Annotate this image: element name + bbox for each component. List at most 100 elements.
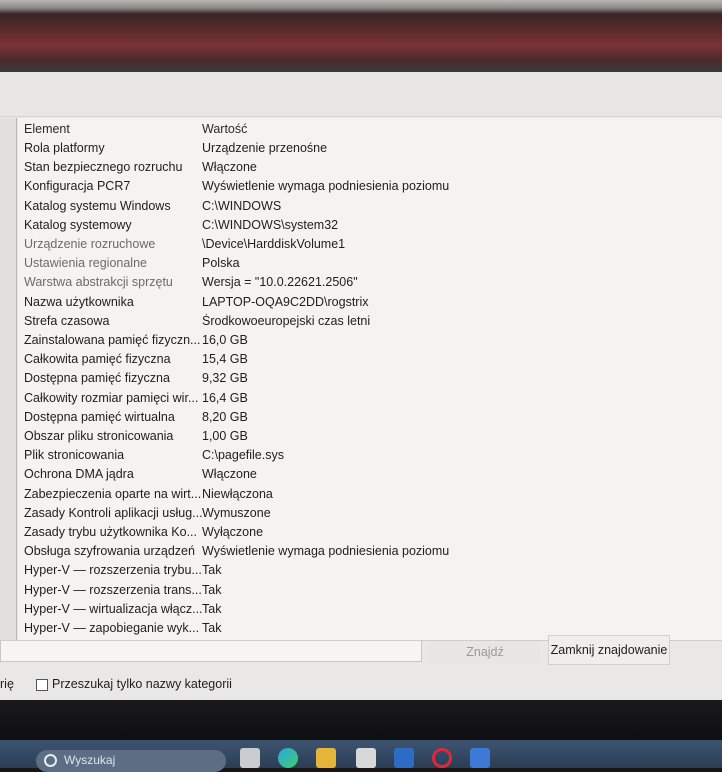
table-row[interactable]: Całkowita pamięć fizyczna 15,4 GB: [18, 350, 722, 369]
table-row[interactable]: Plik stronicowania C:\pagefile.sys: [18, 446, 722, 465]
table-row[interactable]: Rola platformy Urządzenie przenośne: [18, 139, 722, 158]
row-element-cell: Rola platformy: [24, 141, 105, 155]
table-row[interactable]: Stan bezpiecznego rozruchu Włączone: [18, 158, 722, 177]
window-toolbar: [0, 72, 722, 117]
row-element-cell: Zainstalowana pamięć fizyczn...: [24, 333, 201, 347]
row-element-cell: Zabezpieczenia oparte na wirt...: [24, 486, 202, 501]
table-row[interactable]: Obsługa szyfrowania urządzeń Wyświetlenie…: [18, 542, 722, 561]
search-categories-label[interactable]: Przeszukaj tylko nazwy kategorii: [52, 677, 232, 691]
table-row[interactable]: Nazwa użytkownika LAPTOP-OQA9C2DD\rogstri…: [18, 293, 722, 312]
find-button[interactable]: Znajdź: [430, 641, 540, 663]
row-value-cell: \Device\HarddiskVolume1: [202, 237, 346, 251]
table-row[interactable]: Zabezpieczenia oparte na wirt... Niewłącz…: [18, 485, 722, 504]
row-element-cell: Całkowita pamięć fizyczna: [24, 352, 171, 367]
row-element-cell: Dostępna pamięć wirtualna: [24, 409, 175, 424]
row-element-cell: Hyper-V — zapobieganie wyk...: [24, 621, 200, 635]
find-input[interactable]: [0, 641, 422, 662]
table-row[interactable]: Hyper-V — rozszerzenia trans... Tak: [18, 581, 722, 600]
row-element-cell: Konfiguracja PCR7: [24, 179, 131, 194]
row-element-cell: Plik stronicowania: [24, 448, 125, 463]
row-value-cell: Tak: [202, 563, 222, 578]
opera-icon[interactable]: [432, 748, 452, 768]
table-row[interactable]: Dostępna pamięć wirtualna 8,20 GB: [18, 408, 722, 427]
table-row[interactable]: Całkowity rozmiar pamięci wir... 16,4 GB: [18, 389, 722, 408]
list-header-row: Element Wartość: [18, 120, 722, 139]
find-bar: Znajdź Zamknij znajdowanie rię Przeszuka…: [0, 635, 722, 701]
table-row[interactable]: Zasady trybu użytkownika Ko... Wyłączone: [18, 523, 722, 542]
row-value-cell: 16,0 GB: [202, 333, 248, 347]
row-element-cell: Stan bezpiecznego rozruchu: [24, 160, 183, 175]
truncated-label: rię: [0, 677, 14, 691]
table-row[interactable]: Zasady Kontroli aplikacji usług... Wymusz…: [18, 504, 722, 523]
row-element-cell: Urządzenie rozruchowe: [24, 237, 156, 251]
row-element-cell: Zasady trybu użytkownika Ko...: [24, 525, 197, 539]
row-value-cell: C:\WINDOWS\system32: [202, 217, 339, 232]
row-element-cell: Hyper-V — rozszerzenia trybu...: [24, 563, 202, 578]
system-information-window: Element Wartość Rola platformy Urządzenie…: [0, 72, 722, 701]
photo-top-bezel: [0, 0, 722, 72]
row-value-cell: 15,4 GB: [202, 352, 248, 367]
row-value-cell: Niewłączona: [202, 486, 273, 501]
row-value-cell: Włączone: [202, 160, 257, 175]
row-value-cell: Włączone: [202, 467, 257, 482]
row-value-cell: Wyświetlenie wymaga podniesienia poziomu: [202, 179, 450, 194]
row-element-cell: Ochrona DMA jądra: [24, 467, 134, 482]
vscode-icon[interactable]: [394, 748, 414, 768]
row-element-cell: Hyper-V — rozszerzenia trans...: [24, 582, 202, 597]
settings-icon[interactable]: [470, 748, 490, 768]
row-value-cell: LAPTOP-OQA9C2DD\rogstrix: [202, 294, 369, 309]
row-element-cell: Hyper-V — wirtualizacja włącz...: [24, 601, 202, 616]
table-row[interactable]: Dostępna pamięć fizyczna 9,32 GB: [18, 369, 722, 388]
row-element-cell: Dostępna pamięć fizyczna: [24, 371, 170, 386]
row-element-cell: Obsługa szyfrowania urządzeń: [24, 544, 195, 559]
table-row[interactable]: Zainstalowana pamięć fizyczn... 16,0 GB: [18, 331, 722, 350]
row-element-cell: Katalog systemu Windows: [24, 198, 171, 213]
row-value-cell: Tak: [202, 621, 222, 635]
app-icon[interactable]: [356, 748, 376, 768]
row-value-cell: Środkowoeuropejski czas letni: [202, 313, 371, 328]
row-value-cell: Tak: [202, 601, 222, 616]
file-explorer-icon[interactable]: [240, 748, 260, 768]
table-row[interactable]: Urządzenie rozruchowe \Device\HarddiskVol…: [18, 235, 722, 254]
column-header-value[interactable]: Wartość: [202, 122, 712, 136]
row-value-cell: Urządzenie przenośne: [202, 141, 328, 155]
row-element-cell: Ustawienia regionalne: [24, 256, 147, 271]
row-value-cell: Wymuszone: [202, 505, 271, 520]
edge-icon[interactable]: [278, 748, 298, 768]
table-row[interactable]: Katalog systemu Windows C:\WINDOWS: [18, 197, 722, 216]
search-categories-checkbox[interactable]: [36, 679, 48, 691]
table-row[interactable]: Warstwa abstrakcji sprzętu Wersja = "10.0…: [18, 273, 722, 292]
row-element-cell: Zasady Kontroli aplikacji usług...: [24, 505, 202, 520]
table-row[interactable]: Katalog systemowy C:\WINDOWS\system32: [18, 216, 722, 235]
row-element-cell: Katalog systemowy: [24, 217, 132, 232]
row-value-cell: Polska: [202, 256, 240, 271]
row-value-cell: 1,00 GB: [202, 429, 248, 443]
column-header-element[interactable]: Element: [24, 122, 202, 136]
row-value-cell: 16,4 GB: [202, 390, 248, 405]
folder-icon[interactable]: [316, 748, 336, 768]
taskbar-search-placeholder: Wyszukaj: [64, 753, 116, 767]
taskbar-search-box[interactable]: Wyszukaj: [36, 750, 226, 772]
category-tree-pane[interactable]: [0, 118, 17, 640]
table-row[interactable]: Strefa czasowa Środkowoeuropejski czas le…: [18, 312, 722, 331]
table-row[interactable]: Obszar pliku stronicowania 1,00 GB: [18, 427, 722, 446]
row-value-cell: Tak: [202, 582, 222, 597]
row-element-cell: Obszar pliku stronicowania: [24, 429, 174, 443]
row-value-cell: 8,20 GB: [202, 409, 248, 424]
row-value-cell: 9,32 GB: [202, 371, 248, 386]
row-value-cell: C:\pagefile.sys: [202, 448, 284, 463]
close-find-button[interactable]: Zamknij znajdowanie: [548, 635, 670, 665]
row-value-cell: Wersja = "10.0.22621.2506": [202, 275, 358, 290]
row-element-cell: Nazwa użytkownika: [24, 294, 134, 309]
row-value-cell: C:\WINDOWS: [202, 198, 282, 213]
table-row[interactable]: Ochrona DMA jądra Włączone: [18, 465, 722, 484]
table-row[interactable]: Hyper-V — rozszerzenia trybu... Tak: [18, 561, 722, 580]
row-element-cell: Strefa czasowa: [24, 313, 110, 328]
table-row[interactable]: Konfiguracja PCR7 Wyświetlenie wymaga pod…: [18, 177, 722, 196]
table-row[interactable]: Ustawienia regionalne Polska: [18, 254, 722, 273]
row-element-cell: Warstwa abstrakcji sprzętu: [24, 275, 173, 290]
row-value-cell: Wyświetlenie wymaga podniesienia poziomu: [202, 544, 450, 559]
taskbar: Wyszukaj: [0, 740, 722, 772]
system-summary-list[interactable]: Element Wartość Rola platformy Urządzenie…: [18, 118, 722, 640]
table-row[interactable]: Hyper-V — wirtualizacja włącz... Tak: [18, 600, 722, 619]
